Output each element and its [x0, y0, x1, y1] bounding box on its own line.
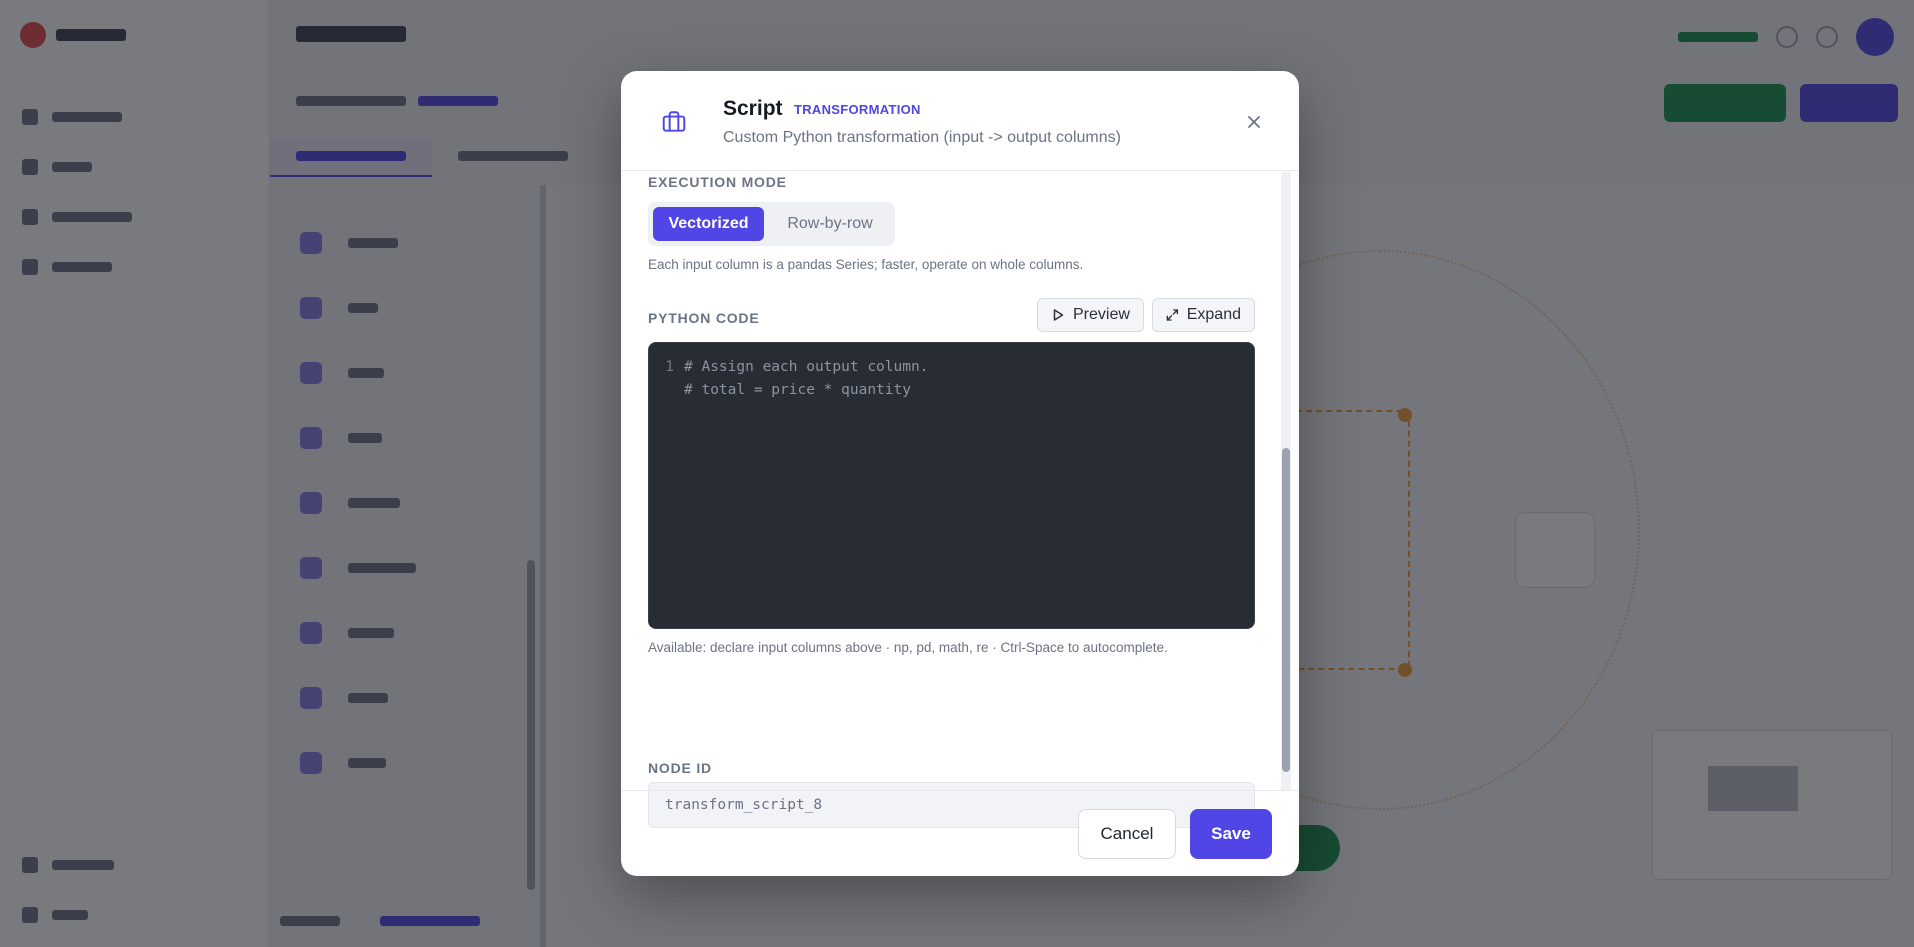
preview-button[interactable]: Preview: [1037, 298, 1144, 332]
script-node-dialog: Script TRANSFORMATION Custom Python tran…: [621, 71, 1299, 876]
python-code-editor[interactable]: 1 # Assign each output column. # total =…: [648, 342, 1255, 629]
dialog-subtitle: Custom Python transformation (input -> o…: [723, 129, 1121, 146]
expand-button[interactable]: Expand: [1152, 298, 1255, 332]
briefcase-icon: [662, 111, 686, 132]
dialog-header: Script TRANSFORMATION Custom Python tran…: [621, 71, 1299, 171]
dialog-body: EXECUTION MODE Vectorized Row-by-row Eac…: [621, 172, 1299, 828]
line-number: 1: [665, 358, 674, 375]
code-line: 1 # Assign each output column.: [649, 355, 1254, 378]
execution-mode-help: Each input column is a pandas Series; fa…: [648, 257, 1084, 272]
node-id-label: NODE ID: [648, 760, 712, 776]
code-line: # total = price * quantity: [649, 378, 1254, 401]
dialog-scroll-thumb[interactable]: [1282, 448, 1290, 772]
close-button[interactable]: [1241, 109, 1267, 135]
dialog-footer: Cancel Save: [621, 790, 1299, 876]
code-text: # total = price * quantity: [684, 381, 911, 398]
preview-button-label: Preview: [1073, 306, 1130, 323]
play-icon: [1053, 309, 1064, 321]
dialog-scrollbar[interactable]: [1281, 172, 1291, 790]
code-text: # Assign each output column.: [684, 358, 929, 375]
expand-icon: [1166, 309, 1179, 321]
save-button[interactable]: Save: [1190, 809, 1272, 859]
close-icon: [1248, 116, 1260, 128]
dialog-title: Script: [723, 97, 783, 120]
node-category-badge: TRANSFORMATION: [794, 102, 921, 117]
mode-option-row-by-row[interactable]: Row-by-row: [769, 207, 891, 241]
execution-mode-toggle: Vectorized Row-by-row: [648, 202, 895, 246]
python-code-label: PYTHON CODE: [648, 310, 760, 326]
execution-mode-label: EXECUTION MODE: [648, 174, 787, 190]
cancel-button[interactable]: Cancel: [1078, 809, 1176, 859]
mode-option-vectorized[interactable]: Vectorized: [653, 207, 764, 241]
python-code-help: Available: declare input columns above ·…: [648, 640, 1168, 655]
expand-button-label: Expand: [1186, 306, 1241, 323]
